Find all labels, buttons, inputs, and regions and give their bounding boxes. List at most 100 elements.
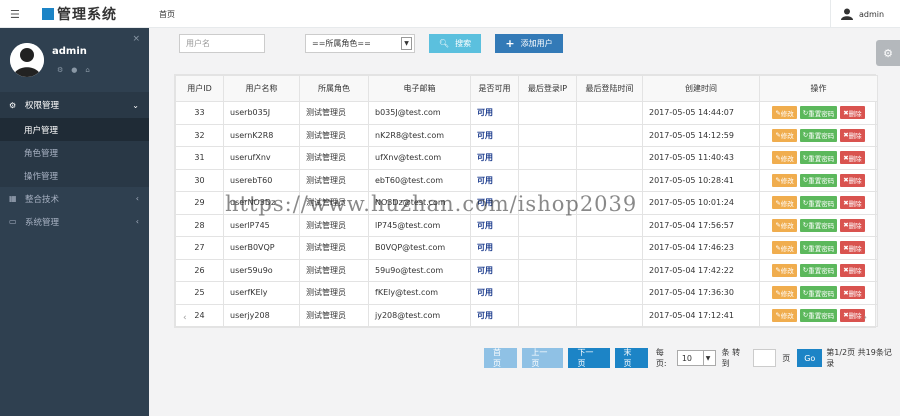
username-input[interactable]: 用户名 [179, 34, 265, 53]
table-row: 25 userfKEly 测试管理员 fKEly@test.com 可用 2017-05-… [175, 281, 878, 305]
table-cell: user59u9o [223, 258, 300, 282]
menu-icon[interactable]: ☰ [10, 8, 20, 21]
edit-button[interactable]: ✎ 修改 [772, 263, 797, 277]
per-page-label: 每页: [655, 348, 667, 368]
actions-cell: ✎ 修改 ↻ 重置密码 ✖ 删除 [759, 101, 878, 125]
go-button[interactable]: Go [797, 349, 823, 367]
nav-system-label: 系统管理 [25, 217, 60, 228]
reset-password-button-label: 重置密码 [808, 154, 835, 163]
delete-button[interactable]: ✖ 删除 [840, 106, 865, 120]
edit-button-label: 修改 [780, 222, 794, 231]
table-cell: fKEly@test.com [368, 281, 471, 305]
edit-button[interactable]: ✎ 修改 [772, 241, 797, 255]
delete-button[interactable]: ✖ 删除 [840, 151, 865, 165]
next-page-button[interactable]: 下一页 [568, 348, 610, 368]
app-title: 管理系统 [57, 7, 117, 23]
last-page-button[interactable]: 末页 [614, 348, 648, 368]
table-cell: 2017-05-05 11:40:43 [642, 146, 760, 170]
table-cell: nK2R8@test.com [368, 123, 471, 147]
scroll-left-icon[interactable]: ‹ [183, 313, 187, 323]
delete-button[interactable]: ✖ 删除 [840, 241, 865, 255]
lock-icon[interactable]: ● [71, 66, 77, 74]
table-cell [576, 168, 643, 192]
edit-button[interactable]: ✎ 修改 [772, 106, 797, 120]
goto-page-input[interactable] [753, 349, 777, 367]
reset-password-button-label: 重置密码 [808, 109, 835, 118]
horizontal-scrollbar[interactable]: ‹ › [175, 313, 875, 327]
sidebar-item-roles[interactable]: 角色管理 [0, 141, 149, 164]
chevron-down-icon: ▼ [702, 351, 713, 365]
table-cell [518, 168, 577, 192]
reset-password-button[interactable]: ↻ 重置密码 [799, 128, 838, 142]
column-header: 创建时间 [642, 75, 760, 102]
page-summary: 第1/2页 共19条记录 [826, 348, 892, 368]
reset-password-button[interactable]: ↻ 重置密码 [799, 241, 838, 255]
reset-password-button-label: 重置密码 [808, 132, 835, 141]
edit-button[interactable]: ✎ 修改 [772, 151, 797, 165]
delete-button[interactable]: ✖ 删除 [840, 128, 865, 142]
table-cell: 测试管理员 [299, 258, 369, 282]
table-cell: 测试管理员 [299, 213, 369, 237]
per-page-select[interactable]: 10 ▼ [676, 350, 716, 366]
delete-button[interactable]: ✖ 删除 [840, 218, 865, 232]
table-row: 30 userebT60 测试管理员 ebT60@test.com 可用 2017-05-… [175, 168, 878, 192]
delete-button[interactable]: ✖ 删除 [840, 263, 865, 277]
column-header: 是否可用 [470, 75, 519, 102]
column-header: 用户ID [175, 75, 224, 102]
reset-password-button[interactable]: ↻ 重置密码 [799, 286, 838, 300]
reset-password-button[interactable]: ↻ 重置密码 [799, 173, 838, 187]
reset-password-button[interactable]: ↻ 重置密码 [799, 263, 838, 277]
home-icon[interactable]: ⌂ [85, 66, 89, 74]
table-cell [576, 258, 643, 282]
table-cell: lP745@test.com [368, 213, 471, 237]
edit-button[interactable]: ✎ 修改 [772, 128, 797, 142]
breadcrumb-home[interactable]: 首页 [159, 9, 175, 20]
table-cell: 2017-05-04 17:46:23 [642, 236, 760, 260]
close-icon[interactable]: × [132, 34, 140, 44]
reset-password-button[interactable]: ↻ 重置密码 [799, 106, 838, 120]
reset-password-button[interactable]: ↻ 重置密码 [799, 218, 838, 232]
edit-button[interactable]: ✎ 修改 [772, 286, 797, 300]
chevron-left-icon: ‹ [135, 194, 139, 203]
table-cell: 测试管理员 [299, 123, 369, 147]
edit-button[interactable]: ✎ 修改 [772, 218, 797, 232]
delete-button-label: 删除 [848, 222, 862, 231]
table-cell: 测试管理员 [299, 146, 369, 170]
table-row: 33 userb035J 测试管理员 b035J@test.com 可用 2017-05-… [175, 101, 878, 125]
table-cell: userB0VQP [223, 236, 300, 260]
delete-button[interactable]: ✖ 删除 [840, 286, 865, 300]
nav-permissions[interactable]: ⚙ 权限管理 ⌄ [0, 92, 149, 118]
delete-button-label: 删除 [848, 132, 862, 141]
table-cell: usernK2R8 [223, 123, 300, 147]
edit-button[interactable]: ✎ 修改 [772, 196, 797, 210]
edit-button-label: 修改 [780, 132, 794, 141]
avatar[interactable] [10, 43, 44, 77]
add-user-button[interactable]: + 添加用户 [495, 34, 563, 53]
nav-system[interactable]: ▭ 系统管理 ‹ [0, 210, 149, 233]
sidebar-item-operations[interactable]: 操作管理 [0, 164, 149, 187]
actions-cell: ✎ 修改 ↻ 重置密码 ✖ 删除 [759, 281, 878, 305]
settings-icon[interactable]: ⚙ [57, 66, 63, 74]
delete-button[interactable]: ✖ 删除 [840, 173, 865, 187]
table-cell: 可用 [470, 191, 519, 215]
search-button[interactable]: 🔍︎ 搜索 [429, 34, 481, 53]
reset-password-button[interactable]: ↻ 重置密码 [799, 196, 838, 210]
delete-button[interactable]: ✖ 删除 [840, 196, 865, 210]
column-header: 操作 [759, 75, 878, 102]
table-cell: 2017-05-05 14:12:59 [642, 123, 760, 147]
nav-integration[interactable]: ▦ 整合技术 ‹ [0, 187, 149, 210]
first-page-button[interactable]: 首页 [484, 348, 518, 368]
column-header: 最后登陆时间 [576, 75, 643, 102]
user-menu[interactable]: admin [830, 0, 900, 28]
user-table: 用户ID 用户名称 所属角色 电子邮箱 是否可用 最后登录IP 最后登陆时间 创建时间 操作 3… [175, 75, 878, 327]
role-select[interactable]: ==所属角色== ▼ [305, 34, 415, 53]
edit-button[interactable]: ✎ 修改 [772, 173, 797, 187]
sidebar-item-users[interactable]: 用户管理 [0, 118, 149, 141]
reset-password-button[interactable]: ↻ 重置密码 [799, 151, 838, 165]
scroll-right-icon[interactable]: › [863, 313, 867, 323]
table-row: 27 userB0VQP 测试管理员 B0VQP@test.com 可用 2017-05-… [175, 236, 878, 260]
theme-settings-icon[interactable]: ⚙ [876, 40, 900, 66]
delete-button-label: 删除 [848, 177, 862, 186]
prev-page-button[interactable]: 上一页 [522, 348, 564, 368]
reset-password-button-label: 重置密码 [808, 267, 835, 276]
